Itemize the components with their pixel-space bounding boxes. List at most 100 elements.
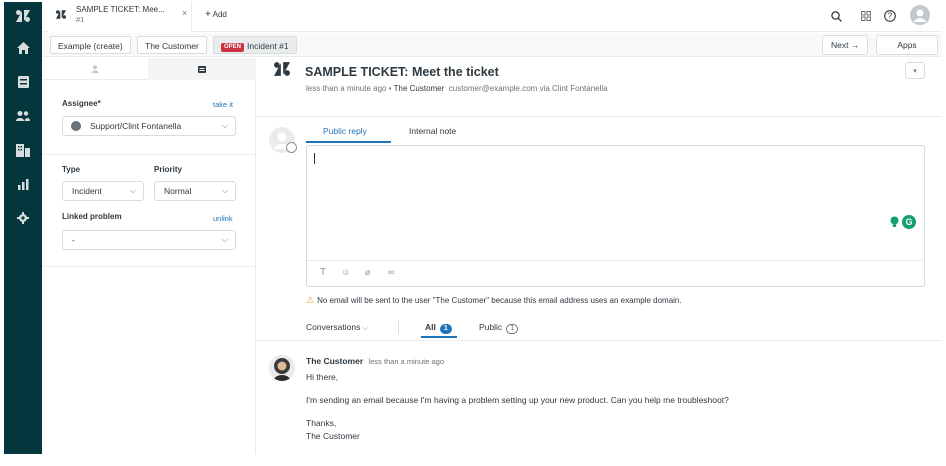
linked-problem-select[interactable]: - ⌵ [62, 230, 236, 250]
tab-internal-note[interactable]: Internal note [409, 126, 456, 136]
crumb-ticket[interactable]: OPEN Incident #1 [213, 36, 297, 54]
customers-icon[interactable] [4, 106, 42, 126]
priority-value: Normal [164, 186, 192, 196]
products-grid-icon[interactable] [856, 6, 876, 26]
ticket-tab-title: SAMPLE TICKET: Mee... [76, 5, 165, 14]
chevron-down-icon: ⌵ [221, 121, 228, 130]
email-warning: ⚠ No email will be sent to the user "The … [306, 295, 682, 306]
search-icon[interactable] [826, 6, 846, 26]
next-label: Next [831, 40, 849, 50]
top-bar: SAMPLE TICKET: Mee... #1 × + Add ? [42, 2, 942, 32]
ticket-options-dropdown[interactable]: ▾ [905, 62, 925, 79]
filter-public[interactable]: Public 1 [479, 322, 519, 334]
help-icon[interactable]: ? [880, 6, 900, 26]
views-icon[interactable] [4, 72, 42, 92]
plus-icon: + [205, 9, 211, 20]
apps-button[interactable]: Apps [876, 35, 938, 55]
filter-all-label: All [425, 322, 436, 332]
chevron-down-icon: ⌵ [362, 325, 369, 332]
zendesk-logo-icon[interactable] [4, 6, 42, 26]
close-icon[interactable]: × [182, 8, 187, 18]
ticket-email-via: customer@example.com via Clint Fontanell… [448, 84, 608, 93]
next-button[interactable]: Next → [822, 35, 869, 55]
divider [398, 321, 399, 334]
conversations-label: Conversations [306, 322, 361, 332]
type-value: Incident [72, 186, 102, 196]
toolbar-divider [307, 260, 924, 261]
status-badge: OPEN [221, 43, 245, 52]
customer-avatar [269, 355, 295, 381]
assignee-value: Support/Clint Fontanella [90, 121, 182, 131]
warning-text: No email will be sent to the user "The C… [317, 296, 682, 305]
ticket-requester[interactable]: The Customer [394, 84, 445, 93]
lightbulb-icon[interactable] [889, 216, 900, 230]
message-header: The Customer less than a minute ago [306, 356, 444, 366]
home-icon[interactable] [4, 38, 42, 58]
crumb-requester[interactable]: The Customer [137, 36, 207, 54]
grammarly-icon[interactable]: G [902, 215, 916, 229]
filter-public-label: Public [479, 322, 503, 332]
group-avatar-icon [71, 121, 81, 131]
linked-problem-value: - [72, 235, 75, 245]
arrow-right-icon: → [850, 40, 860, 50]
priority-select[interactable]: Normal ⌵ [154, 181, 236, 201]
link-icon[interactable]: ∞ [388, 267, 394, 277]
organizations-icon[interactable] [4, 140, 42, 160]
message-time: less than a minute ago [368, 357, 444, 366]
panel-tabs [42, 58, 256, 80]
linked-problem-label: Linked problem [62, 212, 122, 221]
active-filter-indicator [421, 336, 457, 338]
text-cursor [314, 153, 315, 164]
add-tab-button[interactable]: + Add [205, 9, 227, 20]
crumb-ticket-label: Incident #1 [247, 41, 289, 51]
chevron-down-icon: ⌵ [221, 235, 228, 244]
text-format-icon[interactable]: T [320, 267, 326, 278]
unlink-link[interactable]: unlink [213, 214, 233, 223]
chevron-down-icon: ⌵ [221, 186, 228, 195]
type-select[interactable]: Incident ⌵ [62, 181, 144, 201]
message-line: The Customer [306, 431, 360, 441]
message-line: I'm sending an email because I'm having … [306, 395, 729, 405]
reply-editor[interactable]: G T ☺ ⌀ ∞ [306, 145, 925, 287]
conversations-filter[interactable]: Conversations ⌵ [306, 322, 368, 333]
message-line: Hi there, [306, 372, 339, 382]
left-nav [4, 2, 42, 454]
message-line: Thanks, [306, 418, 337, 428]
type-label: Type [62, 165, 81, 174]
priority-label: Priority [154, 165, 183, 174]
active-tab-indicator [306, 141, 391, 143]
tab-public-reply[interactable]: Public reply [323, 126, 367, 136]
user-tab-icon[interactable] [42, 58, 148, 80]
attachment-icon[interactable]: ⌀ [365, 267, 370, 278]
emoji-icon[interactable]: ☺ [341, 267, 350, 277]
divider [256, 116, 942, 117]
svg-text:?: ? [888, 12, 893, 21]
ticket-breadcrumb-bar: Example (create) The Customer OPEN Incide… [42, 33, 942, 57]
assignee-select[interactable]: Support/Clint Fontanella ⌵ [62, 116, 236, 136]
reporting-icon[interactable] [4, 174, 42, 194]
ticket-tab-logo-icon [56, 10, 66, 21]
assignee-label: Assignee* [62, 99, 101, 108]
admin-gear-icon[interactable] [4, 208, 42, 228]
user-status-icon [286, 142, 297, 153]
filter-all-count: 1 [439, 324, 452, 334]
divider [42, 154, 256, 155]
ticket-title: SAMPLE TICKET: Meet the ticket [305, 65, 499, 79]
chevron-down-icon: ⌵ [129, 186, 136, 195]
add-tab-label: Add [212, 10, 227, 19]
filter-public-count: 1 [506, 324, 519, 334]
message-author[interactable]: The Customer [306, 356, 363, 366]
filter-all[interactable]: All 1 [425, 322, 452, 334]
warning-icon: ⚠ [306, 295, 315, 305]
ticket-meta: less than a minute ago • The Customer cu… [306, 84, 608, 93]
ticket-tab-icon[interactable] [148, 58, 256, 80]
user-avatar[interactable] [910, 5, 930, 25]
ticket-properties-panel: Assignee* take it Support/Clint Fontanel… [42, 58, 256, 454]
take-it-link[interactable]: take it [213, 100, 233, 109]
ticket-tab[interactable]: SAMPLE TICKET: Mee... #1 × [48, 2, 192, 32]
ticket-tab-number: #1 [76, 15, 85, 24]
divider [42, 266, 256, 267]
ticket-logo-icon [274, 62, 290, 78]
divider [256, 340, 942, 341]
crumb-organization[interactable]: Example (create) [50, 36, 131, 54]
